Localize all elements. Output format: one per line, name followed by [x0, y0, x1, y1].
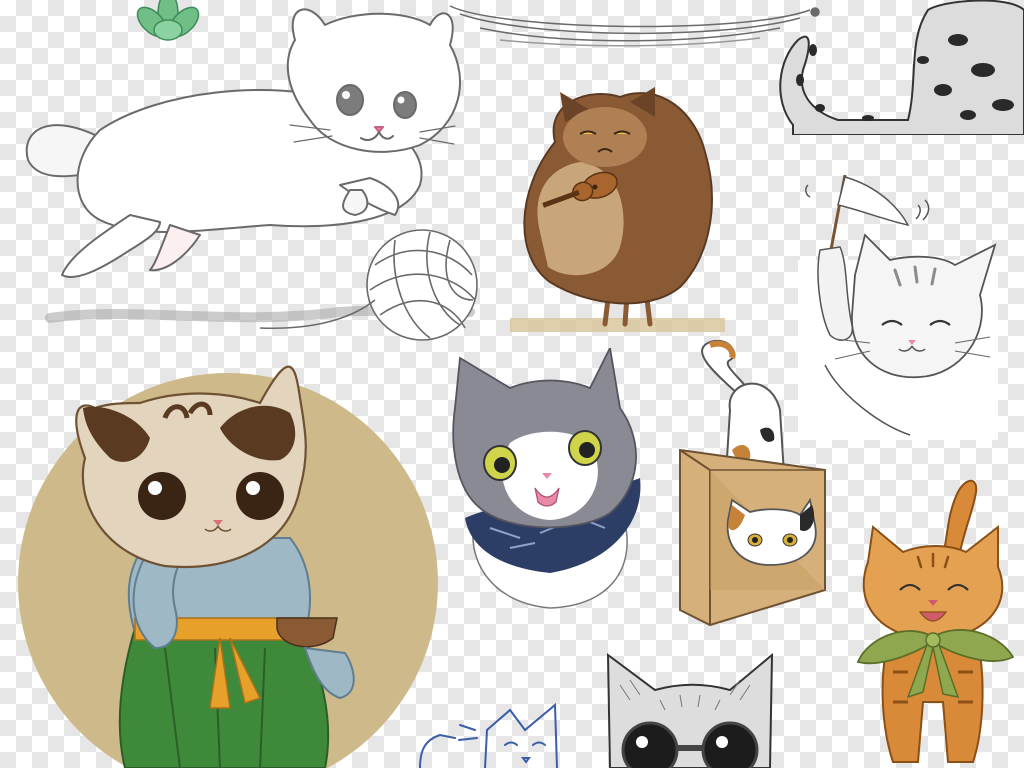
- tabby-bow-cat-icon: [856, 479, 1015, 763]
- sunglasses-cat-icon: [606, 652, 774, 768]
- bandana-cat-icon: [452, 348, 641, 609]
- spotted-cat-icon: [779, 0, 1024, 135]
- violin-cat-icon: [510, 87, 725, 332]
- leaping-cat-icon: [25, 8, 478, 341]
- box-cat-icon: [679, 340, 826, 627]
- outline-cat-icon: [419, 702, 558, 768]
- hanfu-cat-icon: [18, 365, 438, 768]
